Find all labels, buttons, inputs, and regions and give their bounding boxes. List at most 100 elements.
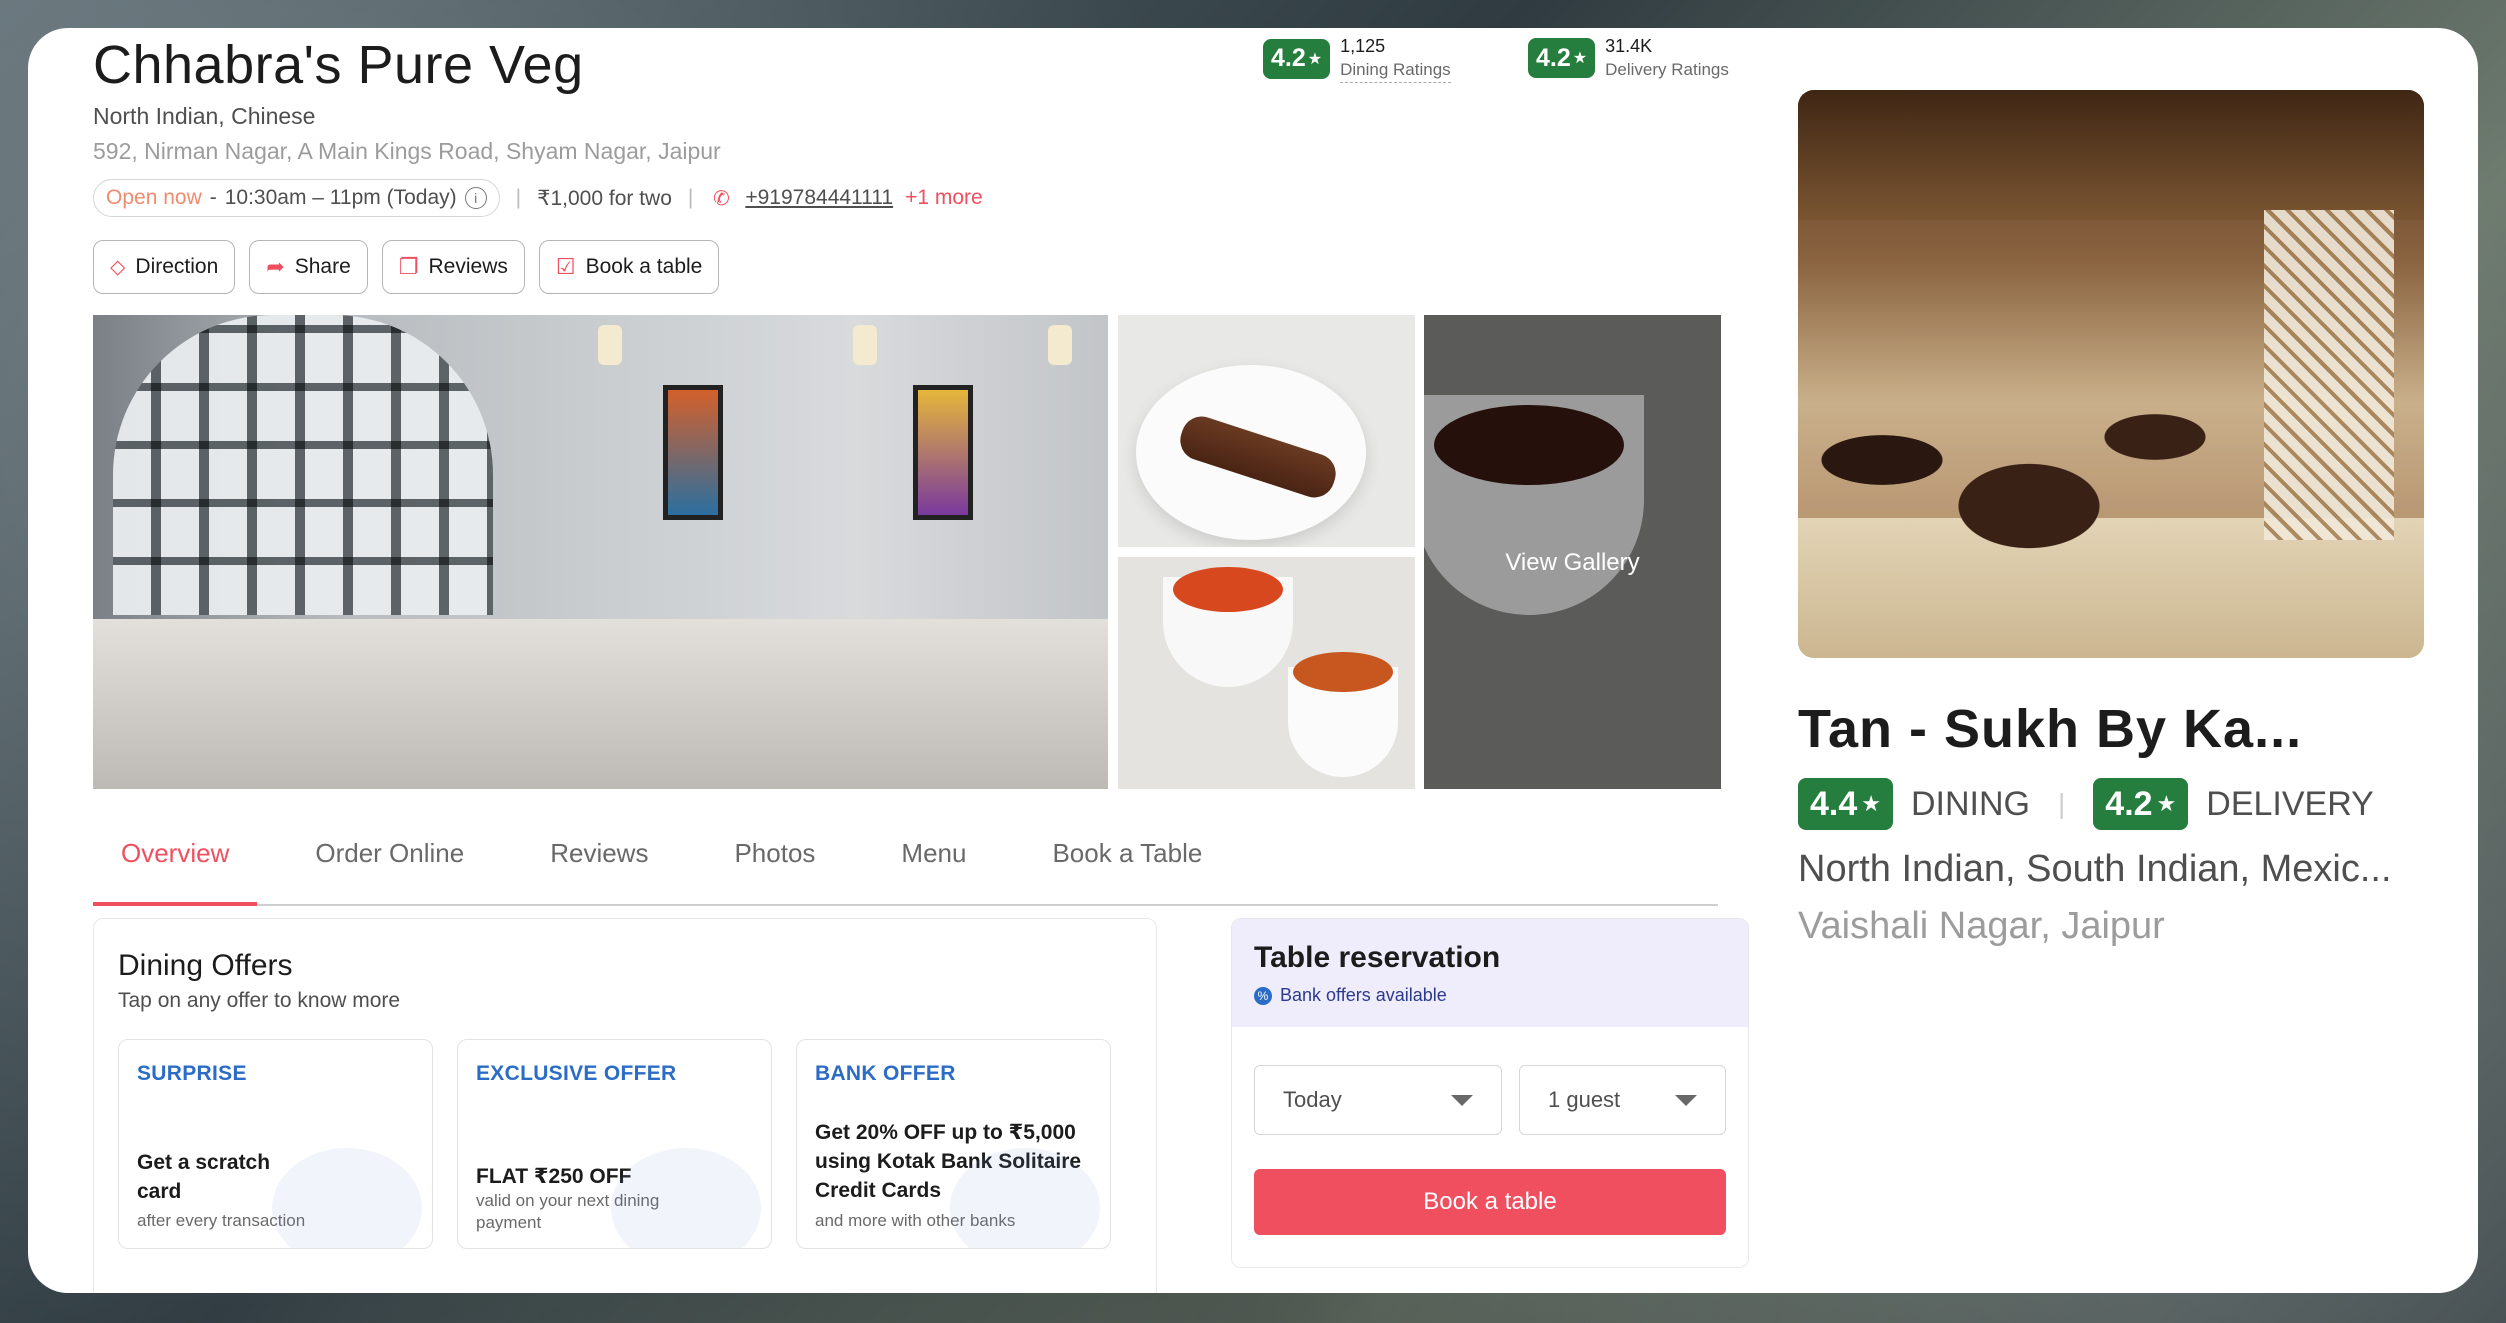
offer-card-surprise[interactable]: SURPRISE Get a scratch card after every … [118, 1039, 433, 1249]
suggested-cuisines: North Indian, South Indian, Mexic... [1798, 848, 2392, 890]
view-gallery-tile[interactable]: View Gallery [1424, 315, 1721, 789]
guests-value: 1 guest [1548, 1087, 1621, 1112]
delivery-label: DELIVERY [2206, 784, 2374, 823]
hours-dash: - [209, 186, 217, 209]
opening-hours-pill[interactable]: Open now - 10:30am – 11pm (Today) i [93, 179, 500, 217]
phone-icon: ✆ [712, 187, 730, 210]
offers-subheading: Tap on any offer to know more [118, 989, 401, 1012]
lamp-decor [598, 325, 622, 365]
tab-menu[interactable]: Menu [873, 818, 994, 906]
reviews-icon: ❐ [398, 254, 419, 279]
offers-heading: Dining Offers [118, 949, 293, 982]
suggested-restaurant-card[interactable]: Tan - Sukh By Ka... 4.4 ★ DINING | 4.2 ★ D… [1798, 90, 2428, 948]
restaurant-meta-row: Open now - 10:30am – 11pm (Today) i | ₹1… [93, 178, 983, 218]
calendar-icon: ☑ [555, 254, 576, 279]
info-icon[interactable]: i [464, 187, 487, 209]
tab-order-online[interactable]: Order Online [287, 818, 492, 906]
suggested-delivery-rating-value: 4.2 [2105, 784, 2153, 823]
dining-rating-label: Dining Ratings [1340, 58, 1451, 83]
dining-rating-text: 1,125 Dining Ratings [1340, 34, 1451, 83]
tab-photos[interactable]: Photos [706, 818, 843, 906]
sofa-decor [93, 619, 1108, 789]
percent-icon: % [1254, 986, 1272, 1005]
chevron-down-icon [1451, 1094, 1473, 1106]
tab-overview[interactable]: Overview [93, 818, 258, 906]
reviews-label: Reviews [428, 255, 508, 278]
star-icon: ★ [2156, 791, 2177, 816]
dining-label: DINING [1911, 784, 2030, 823]
delivery-rating-value: 4.2 [1536, 43, 1571, 72]
delivery-rating-badge: 4.2 ★ [1528, 38, 1596, 78]
book-table-button[interactable]: Book a table [1254, 1169, 1726, 1235]
lattice-decor [2264, 210, 2394, 540]
dining-offers-panel: Dining Offers Tap on any offer to know m… [93, 918, 1157, 1293]
suggested-dining-rating-badge: 4.4 ★ [1798, 778, 1893, 830]
offer-card-exclusive[interactable]: EXCLUSIVE OFFER FLAT ₹250 OFF valid on y… [457, 1039, 772, 1249]
table-reservation-panel: Table reservation % Bank offers availabl… [1231, 918, 1749, 1268]
suggested-dining-rating-value: 4.4 [1810, 784, 1858, 823]
delivery-rating-label: Delivery Ratings [1605, 60, 1729, 79]
tab-book-a-table[interactable]: Book a Table [1024, 818, 1230, 906]
share-label: Share [294, 255, 351, 278]
chevron-down-icon [1675, 1094, 1697, 1106]
chili-decor [1173, 567, 1283, 612]
book-table-action-button[interactable]: ☑ Book a table [538, 240, 720, 294]
date-select[interactable]: Today [1254, 1065, 1502, 1135]
suggested-ratings: 4.4 ★ DINING | 4.2 ★ DELIVERY [1798, 778, 2428, 830]
divider: | [515, 186, 522, 209]
dining-rating-badge: 4.2 ★ [1263, 38, 1331, 79]
noodle-decor [1293, 652, 1393, 692]
main-column: Chhabra's Pure Veg North Indian, Chinese… [93, 28, 1753, 1293]
star-icon: ★ [1307, 50, 1323, 68]
offer-tag: EXCLUSIVE OFFER [476, 1062, 677, 1085]
dining-rating-count: 1,125 [1340, 36, 1386, 56]
direction-label: Direction [135, 255, 219, 278]
offer-tag: BANK OFFER [815, 1062, 956, 1085]
direction-icon: ⬦ [110, 254, 126, 279]
action-buttons: ⬦ Direction ➦ Share ❐ Reviews ☑ Book a t… [93, 240, 720, 294]
dining-rating-value: 4.2 [1271, 44, 1306, 72]
chairs-decor [1798, 368, 2218, 598]
suggested-location: Vaishali Nagar, Jaipur [1798, 905, 2165, 947]
delivery-rating[interactable]: 4.2 ★ 31.4K Delivery Ratings [1528, 34, 1729, 82]
suggested-restaurant-photo[interactable] [1798, 90, 2424, 658]
tab-reviews[interactable]: Reviews [522, 818, 676, 906]
suggested-delivery-rating-badge: 4.2 ★ [2093, 778, 2189, 830]
guests-select[interactable]: 1 guest [1519, 1065, 1726, 1135]
gallery-kebab-photo[interactable] [1118, 315, 1415, 547]
date-value: Today [1283, 1087, 1342, 1112]
book-table-label: Book a table [585, 255, 703, 278]
phone-link[interactable]: +919784441111 [745, 186, 893, 210]
offer-title: Get a scratch card [137, 1151, 271, 1203]
offer-decor [272, 1148, 422, 1248]
section-tabs: Overview Order Online Reviews Photos Men… [93, 818, 1718, 906]
ceiling-decor [1798, 90, 2424, 220]
divider: | [687, 186, 694, 209]
delivery-rating-count: 31.4K [1605, 36, 1653, 56]
star-icon: ★ [1861, 791, 1881, 816]
reservation-header: Table reservation % Bank offers availabl… [1232, 919, 1748, 1027]
lamp-decor [1048, 325, 1072, 365]
view-gallery-label: View Gallery [1505, 549, 1640, 576]
gallery-chinese-photo[interactable] [1118, 557, 1415, 789]
share-icon: ➦ [266, 254, 285, 279]
reviews-button[interactable]: ❐ Reviews [381, 240, 525, 294]
painting-decor [663, 385, 723, 520]
painting-decor [913, 385, 973, 520]
delivery-rating-text: 31.4K Delivery Ratings [1605, 34, 1729, 82]
restaurant-cuisines: North Indian, Chinese [93, 103, 316, 129]
dining-rating[interactable]: 4.2 ★ 1,125 Dining Ratings [1263, 34, 1451, 83]
more-phones-link[interactable]: +1 more [905, 186, 983, 210]
bank-offers-note: % Bank offers available [1254, 985, 1726, 1006]
share-button[interactable]: ➦ Share [249, 240, 368, 294]
photo-gallery: View Gallery [93, 315, 1721, 789]
suggested-restaurant-name: Tan - Sukh By Ka... [1798, 699, 2303, 759]
lamp-decor [853, 325, 877, 365]
offer-card-bank[interactable]: BANK OFFER Get 20% OFF up to ₹5,000 usin… [796, 1039, 1111, 1249]
gallery-interior-photo[interactable] [93, 315, 1108, 789]
offer-decor [611, 1148, 761, 1248]
direction-button[interactable]: ⬦ Direction [93, 240, 236, 294]
cost-for-two: ₹1,000 for two [537, 186, 672, 210]
offer-title: FLAT ₹250 OFF [476, 1165, 632, 1188]
restaurant-title: Chhabra's Pure Veg [93, 35, 584, 95]
